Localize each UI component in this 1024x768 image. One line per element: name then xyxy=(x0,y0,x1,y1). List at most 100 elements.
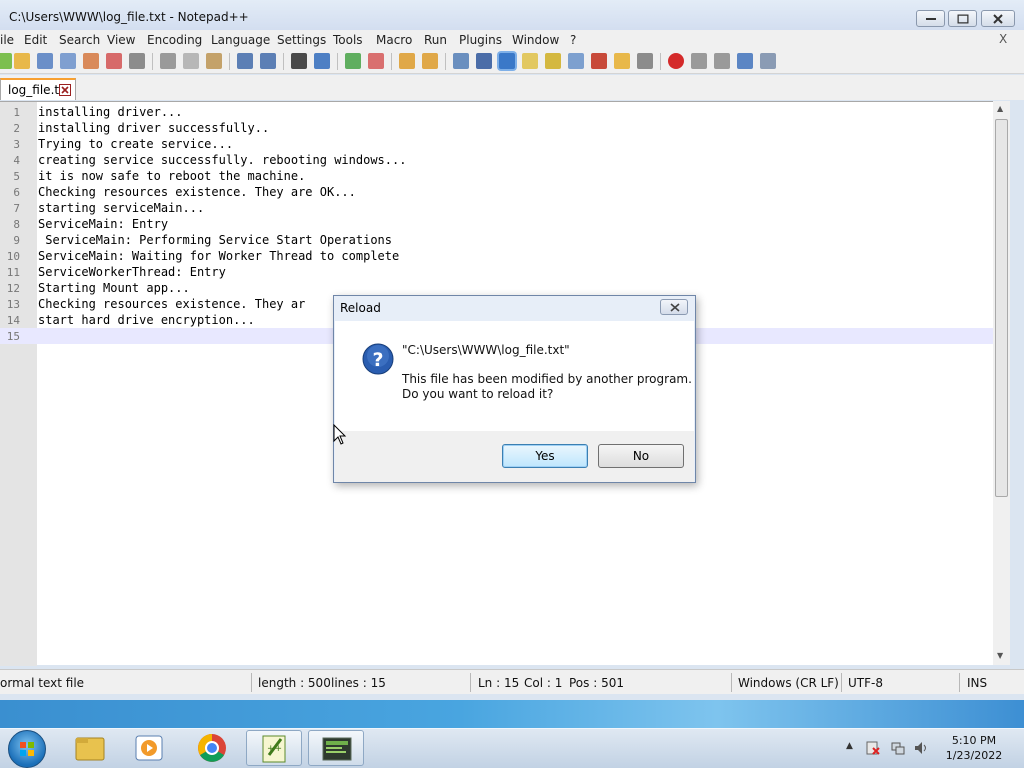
menu-close-document[interactable]: X xyxy=(999,32,1007,46)
line-text: Trying to create service... xyxy=(38,137,234,151)
status-divider xyxy=(731,673,732,692)
zoom-out-icon[interactable] xyxy=(368,53,384,69)
redo-icon[interactable] xyxy=(260,53,276,69)
line-number: 15 xyxy=(6,330,20,343)
editor-line[interactable]: 11 ServiceWorkerThread: Entry xyxy=(0,264,993,280)
show-hidden-icons-icon[interactable]: ▲ xyxy=(846,741,860,755)
menu-search[interactable]: Search xyxy=(59,33,100,47)
status-insert-mode[interactable]: INS xyxy=(967,676,987,690)
scroll-up-icon[interactable]: ▲ xyxy=(997,104,1003,113)
tab-log-file[interactable]: log_file.txt xyxy=(0,78,76,100)
editor-line[interactable]: 7 starting serviceMain... xyxy=(0,200,993,216)
status-position: Pos : 501 xyxy=(569,676,624,690)
system-clock[interactable]: 5:10 PM 1/23/2022 xyxy=(938,734,1010,762)
menu-help[interactable]: ? xyxy=(570,33,576,47)
menu-encoding[interactable]: Encoding xyxy=(147,33,202,47)
print-icon[interactable] xyxy=(129,53,145,69)
editor-line[interactable]: 1 installing driver... xyxy=(0,104,993,120)
volume-icon[interactable] xyxy=(914,741,928,755)
scrollbar-thumb[interactable] xyxy=(995,119,1008,497)
menu-file[interactable]: ile xyxy=(0,33,14,47)
close-button[interactable] xyxy=(981,10,1015,27)
editor-line[interactable]: 5 it is now safe to reboot the machine. xyxy=(0,168,993,184)
close-icon xyxy=(670,303,680,312)
copy-icon[interactable] xyxy=(183,53,199,69)
taskbar-chrome[interactable] xyxy=(184,730,240,766)
maximize-button[interactable] xyxy=(948,10,977,27)
document-map-icon[interactable] xyxy=(545,53,561,69)
editor-line[interactable]: 12 Starting Mount app... xyxy=(0,280,993,296)
function-list-icon[interactable] xyxy=(568,53,584,69)
word-wrap-icon[interactable] xyxy=(453,53,469,69)
cut-icon[interactable] xyxy=(160,53,176,69)
menu-window[interactable]: Window xyxy=(512,33,559,47)
user-language-icon[interactable] xyxy=(522,53,538,69)
open-file-icon[interactable] xyxy=(14,53,30,69)
run-macro-multiple-icon[interactable] xyxy=(737,53,753,69)
sync-vertical-icon[interactable] xyxy=(399,53,415,69)
vertical-scrollbar[interactable]: ▲ ▼ xyxy=(993,101,1010,665)
minimize-button[interactable] xyxy=(916,10,945,27)
save-icon[interactable] xyxy=(37,53,53,69)
replace-icon[interactable] xyxy=(314,53,330,69)
dialog-body: ? "C:\Users\WWW\log_file.txt" This file … xyxy=(335,321,694,431)
play-macro-icon[interactable] xyxy=(714,53,730,69)
taskbar-notepadpp[interactable]: ++ xyxy=(246,730,302,766)
sync-horizontal-icon[interactable] xyxy=(422,53,438,69)
status-eol[interactable]: Windows (CR LF) xyxy=(738,676,839,690)
line-number: 5 xyxy=(13,170,20,183)
monitoring-icon[interactable] xyxy=(637,53,653,69)
new-file-icon[interactable] xyxy=(0,53,12,69)
no-button[interactable]: No xyxy=(598,444,684,468)
menu-plugins[interactable]: Plugins xyxy=(459,33,502,47)
menu-language[interactable]: Language xyxy=(211,33,270,47)
save-macro-icon[interactable] xyxy=(760,53,776,69)
line-number: 1 xyxy=(13,106,20,119)
network-icon[interactable] xyxy=(891,741,905,755)
close-file-icon[interactable] xyxy=(83,53,99,69)
save-all-icon[interactable] xyxy=(60,53,76,69)
show-all-characters-icon[interactable] xyxy=(476,53,492,69)
menu-macro[interactable]: Macro xyxy=(376,33,412,47)
taskbar-media-player[interactable] xyxy=(122,730,178,766)
menu-view[interactable]: View xyxy=(107,33,135,47)
indent-guide-icon[interactable] xyxy=(499,53,515,69)
menu-edit[interactable]: Edit xyxy=(24,33,47,47)
window-title: C:\Users\WWW\log_file.txt - Notepad++ xyxy=(9,10,249,24)
open-folder-icon[interactable] xyxy=(614,53,630,69)
zoom-in-icon[interactable] xyxy=(345,53,361,69)
menu-run[interactable]: Run xyxy=(424,33,447,47)
line-text: creating service successfully. rebooting… xyxy=(38,153,407,167)
line-text: start hard drive encryption... xyxy=(38,313,255,327)
desktop-background xyxy=(0,700,1024,728)
toolbar-separator xyxy=(152,53,153,70)
editor-line[interactable]: 8 ServiceMain: Entry xyxy=(0,216,993,232)
editor-line[interactable]: 9 ServiceMain: Performing Service Start … xyxy=(0,232,993,248)
undo-icon[interactable] xyxy=(237,53,253,69)
yes-button[interactable]: Yes xyxy=(502,444,588,468)
find-icon[interactable] xyxy=(291,53,307,69)
action-center-icon[interactable] xyxy=(866,741,880,755)
scroll-down-icon[interactable]: ▼ xyxy=(997,651,1003,660)
record-macro-icon[interactable] xyxy=(668,53,684,69)
editor-line[interactable]: 2 installing driver successfully.. xyxy=(0,120,993,136)
title-bar[interactable]: C:\Users\WWW\log_file.txt - Notepad++ xyxy=(0,0,1024,30)
toolbar-separator xyxy=(337,53,338,70)
menu-tools[interactable]: Tools xyxy=(333,33,363,47)
paste-icon[interactable] xyxy=(206,53,222,69)
status-encoding[interactable]: UTF-8 xyxy=(848,676,883,690)
folder-icon xyxy=(75,737,105,761)
menu-settings[interactable]: Settings xyxy=(277,33,326,47)
editor-line[interactable]: 3 Trying to create service... xyxy=(0,136,993,152)
stop-macro-icon[interactable] xyxy=(691,53,707,69)
taskbar-app-window[interactable] xyxy=(308,730,364,766)
start-button[interactable] xyxy=(8,730,46,768)
dialog-close-button[interactable] xyxy=(660,299,688,315)
editor-line[interactable]: 4 creating service successfully. rebootin… xyxy=(0,152,993,168)
editor-line[interactable]: 10 ServiceMain: Waiting for Worker Thread… xyxy=(0,248,993,264)
folder-workspace-icon[interactable] xyxy=(591,53,607,69)
tab-close-button[interactable] xyxy=(59,84,71,96)
taskbar-explorer[interactable] xyxy=(62,730,118,766)
close-all-icon[interactable] xyxy=(106,53,122,69)
editor-line[interactable]: 6 Checking resources existence. They are … xyxy=(0,184,993,200)
